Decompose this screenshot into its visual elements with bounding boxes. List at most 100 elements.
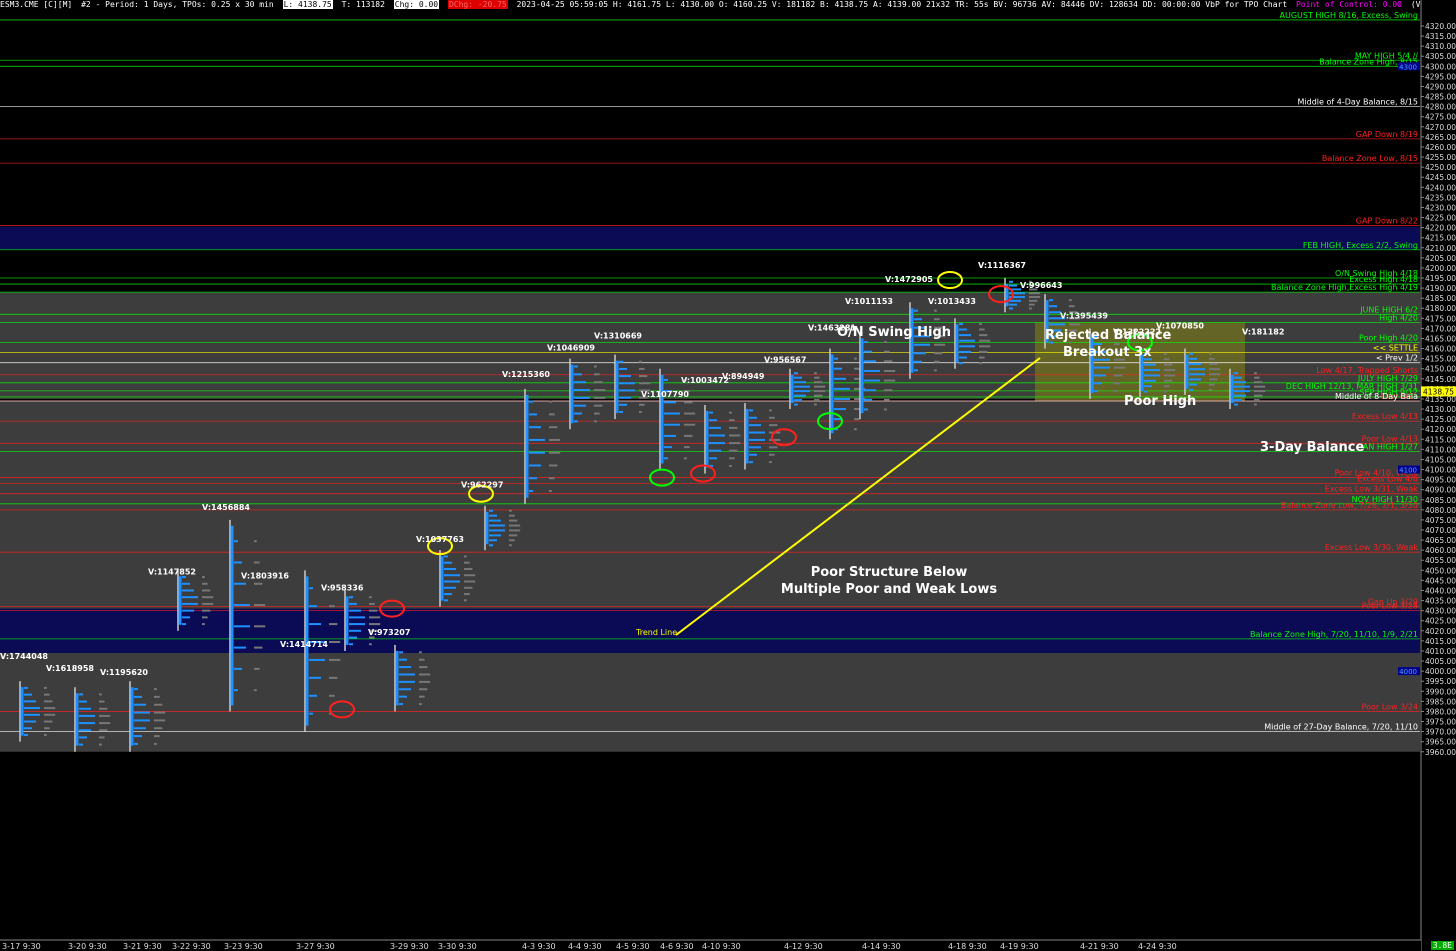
volume-label: V:181182 [1242,327,1284,336]
price-tick-label: 4180.00 [1425,304,1456,313]
price-tick-label: 4275.00 [1425,113,1456,122]
price-tick-label: 4175.00 [1425,314,1456,323]
level-label: Balance Zone Low, 7/28, 2/1, 3/30 [1281,501,1418,510]
price-tick-label: 4265.00 [1425,133,1456,142]
volume-label: V:1414714 [280,640,328,649]
level-label: Poor Low 3/24 [1362,702,1418,711]
volume-label: V:1310669 [594,331,642,340]
volume-label: V:962297 [461,481,503,490]
price-tick-label: 4215.00 [1425,234,1456,243]
volume-label: V:973207 [368,628,410,637]
navy-zone-lower [0,608,1420,653]
price-tick-label: 4270.00 [1425,123,1456,132]
level-label: High 4/20 [1379,313,1418,322]
price-tick-label: 4130.00 [1425,405,1456,414]
price-tick-label: 4075.00 [1425,516,1456,525]
stats-label: 2023-04-25 05:59:05 H: 4161.75 L: 4130.0… [516,0,1288,9]
price-tick-label: 4310.00 [1425,42,1456,51]
level-marker-text: 4000 [1399,668,1417,676]
price-tick-label: 4065.00 [1425,536,1456,545]
price-tick-label: 3980.00 [1425,707,1456,716]
time-tick-label: 3-23 9:30 [224,942,263,951]
price-tick-label: 4000.00 [1425,667,1456,676]
volume-label: V:1195620 [100,668,148,677]
time-tick-label: 4-19 9:30 [1000,942,1039,951]
navy-zone-upper [0,226,1420,250]
price-tick-label: 4120.00 [1425,425,1456,434]
level-label: Poor High 4/20 [1359,334,1418,343]
tpo-chart[interactable]: AUGUST HIGH 8/16, Excess, SwingMAY HIGH … [0,0,1456,951]
price-tick-label: 4005.00 [1425,657,1456,666]
level-label: Middle of 4-Day Balance, 8/15 [1298,98,1419,107]
price-tick-label: 4035.00 [1425,597,1456,606]
level-label: Excess Low 3/30, Weak [1325,543,1418,552]
price-tick-label: 4010.00 [1425,647,1456,656]
volume-label: V:1456884 [202,503,250,512]
chg-box: Chg: 0.00 [393,0,440,9]
volume-label: V:1472905 [885,275,933,284]
volume-label: V:1013433 [928,297,976,306]
price-tick-label: 4205.00 [1425,254,1456,263]
price-tick-label: 4150.00 [1425,365,1456,374]
time-tick-label: 4-4 9:30 [568,942,602,951]
price-tick-label: 4070.00 [1425,526,1456,535]
time-tick-label: 4-10 9:30 [702,942,741,951]
price-tick-label: 4315.00 [1425,32,1456,41]
price-tick-label: 4050.00 [1425,566,1456,575]
annotation-poor-structure-2: Multiple Poor and Weak Lows [781,582,997,597]
level-label: < Prev 1/2 [1376,354,1418,363]
price-tick-label: 4015.00 [1425,637,1456,646]
ticks-label: T: 113182 [341,0,385,9]
level-label: FEB HIGH, Excess 2/2, Swing [1303,241,1418,250]
time-tick-label: 4-18 9:30 [948,942,987,951]
price-tick-label: 4185.00 [1425,294,1456,303]
price-tick-label: 4100.00 [1425,466,1456,475]
price-tick-label: 4045.00 [1425,576,1456,585]
price-tick-label: 3970.00 [1425,728,1456,737]
volume-label: V:1618958 [46,664,94,673]
current-price-badge: 3.8E [1430,941,1454,950]
gray-band-mid [0,400,1420,571]
price-tick-label: 4170.00 [1425,324,1456,333]
volume-label: V:1147852 [148,567,196,576]
level-label: Middle of 27-Day Balance, 7/20, 11/10 [1264,723,1418,732]
price-tick-label: 4115.00 [1425,435,1456,444]
time-tick-label: 4-24 9:30 [1138,942,1177,951]
price-tick-label: 4220.00 [1425,224,1456,233]
price-tick-label: 4225.00 [1425,214,1456,223]
price-tick-label: 4040.00 [1425,586,1456,595]
level-label: AUGUST HIGH 8/16, Excess, Swing [1280,11,1418,20]
annotation-breakout: Breakout 3x [1063,345,1152,360]
dchg-box: DChg: -20.75 [447,0,508,9]
time-tick-label: 4-12 9:30 [784,942,823,951]
price-tick-label: 4245.00 [1425,173,1456,182]
price-tick-label: 4200.00 [1425,264,1456,273]
volume-label: V:1116367 [978,261,1026,270]
price-tick-label: 4025.00 [1425,617,1456,626]
price-tick-label: 4160.00 [1425,345,1456,354]
last-price-box: L: 4138.75 [282,0,333,9]
price-tick-label: 3995.00 [1425,677,1456,686]
price-tick-label: 4085.00 [1425,496,1456,505]
price-tick-label: 4155.00 [1425,355,1456,364]
trend-line-label: Trend Line [635,628,677,637]
price-tick-label: 3965.00 [1425,738,1456,747]
volume-label: V:1107790 [641,390,689,399]
price-tick-label: 4235.00 [1425,193,1456,202]
price-tick-label: 4295.00 [1425,72,1456,81]
volume-label: V:958336 [321,583,364,592]
price-tick-label: 4250.00 [1425,163,1456,172]
price-tick-label: 4260.00 [1425,143,1456,152]
volume-label: V:894949 [722,372,765,381]
price-tick-label: 4255.00 [1425,153,1456,162]
price-tick-label: 4095.00 [1425,476,1456,485]
chart-header: ESM3.CME [C][M] #2 - Period: 1 Days, TPO… [0,0,1420,10]
volume-label: V:1395439 [1060,311,1108,320]
volume-label: V:996643 [1020,281,1062,290]
level-label: Balance Zone High, 7/20, 11/10, 1/9, 2/2… [1250,630,1418,639]
price-tick-label: 4145.00 [1425,375,1456,384]
current-price-label: 4138.75 [1423,387,1454,396]
price-tick-label: 4030.00 [1425,607,1456,616]
price-tick-label: 4020.00 [1425,627,1456,636]
price-tick-label: 4195.00 [1425,274,1456,283]
